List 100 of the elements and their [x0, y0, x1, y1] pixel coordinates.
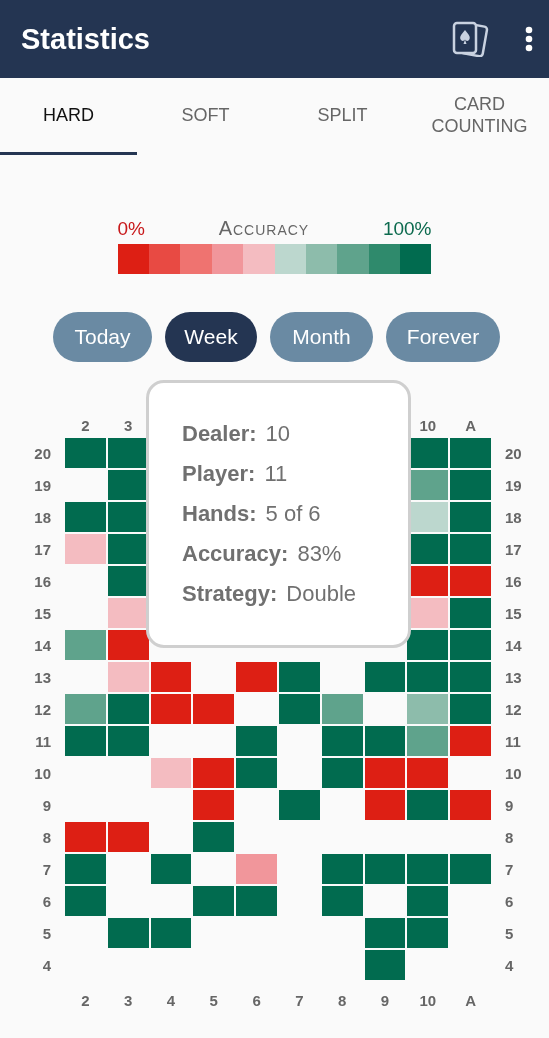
player-total-label: 20	[33, 444, 52, 462]
heatmap-cell[interactable]	[236, 854, 277, 884]
heatmap-cell[interactable]	[450, 726, 491, 756]
player-total-label: 17	[503, 540, 523, 558]
heatmap-cell[interactable]	[450, 470, 491, 500]
heatmap-cell[interactable]	[279, 662, 320, 692]
heatmap-cell[interactable]	[193, 758, 235, 788]
player-total-label: 15	[33, 604, 52, 622]
heatmap-cell[interactable]	[321, 694, 363, 724]
heatmap-cell[interactable]	[107, 630, 149, 660]
heatmap-cell[interactable]	[193, 790, 235, 820]
heatmap-cell[interactable]	[65, 630, 106, 660]
heatmap-cell[interactable]	[279, 790, 320, 820]
heatmap-cell[interactable]	[107, 598, 149, 628]
heatmap-cell[interactable]	[450, 694, 491, 724]
heatmap-cell[interactable]	[450, 566, 491, 596]
heatmap-cell[interactable]	[236, 726, 277, 756]
heatmap-cell[interactable]	[364, 662, 406, 692]
heatmap-cell[interactable]	[150, 918, 192, 948]
heatmap-cell[interactable]	[407, 854, 449, 884]
heatmap-cell[interactable]	[107, 918, 149, 948]
playing-cards-icon[interactable]	[451, 21, 491, 57]
heatmap-cell[interactable]	[107, 822, 149, 852]
heatmap-cell[interactable]	[450, 534, 491, 564]
heatmap-cell[interactable]	[193, 822, 235, 852]
dealer-card-label: 5	[208, 992, 219, 1011]
heatmap-cell[interactable]	[150, 854, 192, 884]
player-total-label: 11	[34, 732, 52, 750]
player-total-label: 16	[503, 572, 523, 590]
heatmap-cell[interactable]	[364, 790, 406, 820]
period-button[interactable]: Month	[270, 312, 373, 362]
heatmap-cell[interactable]	[407, 886, 449, 916]
heatmap-cell[interactable]	[450, 438, 491, 468]
dealer-card-label: 10	[418, 992, 438, 1011]
heatmap-cell[interactable]	[321, 726, 363, 756]
heatmap-cell[interactable]	[107, 470, 149, 500]
heatmap-cell[interactable]	[279, 694, 320, 724]
period-button[interactable]: Week	[165, 312, 257, 362]
heatmap-cell[interactable]	[407, 758, 449, 788]
heatmap-cell[interactable]	[364, 918, 406, 948]
heatmap-cell[interactable]	[65, 726, 106, 756]
heatmap-cell[interactable]	[407, 790, 449, 820]
heatmap-cell[interactable]	[107, 662, 149, 692]
heatmap-cell[interactable]	[107, 726, 149, 756]
heatmap-cell[interactable]	[107, 534, 149, 564]
heatmap-cell[interactable]	[65, 886, 106, 916]
player-total-label: 19	[33, 476, 52, 494]
heatmap-cell[interactable]	[364, 854, 406, 884]
heatmap-cell[interactable]	[364, 758, 406, 788]
heatmap-cell[interactable]	[321, 758, 363, 788]
heatmap-cell[interactable]	[364, 950, 406, 980]
heatmap-cell[interactable]	[65, 854, 106, 884]
period-button[interactable]: Today	[53, 312, 152, 362]
period-button[interactable]: Forever	[386, 312, 500, 362]
legend-max-label: 100%	[382, 218, 432, 240]
heatmap-cell[interactable]	[107, 694, 149, 724]
heatmap-cell[interactable]	[450, 502, 491, 532]
player-total-label: 8	[41, 828, 52, 846]
more-options-icon[interactable]	[525, 26, 533, 52]
heatmap-cell[interactable]	[236, 662, 277, 692]
heatmap-cell[interactable]	[407, 918, 449, 948]
player-total-label: 8	[503, 828, 515, 846]
tooltip-value: Double	[286, 581, 357, 606]
heatmap-cell[interactable]	[107, 566, 149, 596]
heatmap-cell[interactable]	[65, 502, 106, 532]
heatmap-cell[interactable]	[236, 758, 277, 788]
player-total-label: 7	[41, 860, 52, 878]
heatmap-cell[interactable]	[364, 726, 406, 756]
heatmap-cell[interactable]	[407, 630, 449, 660]
heatmap-cell[interactable]	[150, 758, 192, 788]
heatmap-cell[interactable]	[407, 662, 449, 692]
tooltip-label: Accuracy:	[182, 541, 289, 566]
tab[interactable]: SOFT	[137, 78, 274, 155]
legend-min-label: 0%	[117, 218, 145, 240]
heatmap-cell[interactable]	[193, 694, 235, 724]
heatmap-cell[interactable]	[450, 630, 491, 660]
player-total-label: 12	[503, 700, 523, 718]
heatmap-cell[interactable]	[65, 438, 106, 468]
player-total-label: 20	[503, 444, 523, 462]
heatmap-cell[interactable]	[107, 502, 149, 532]
heatmap-cell[interactable]	[321, 886, 363, 916]
heatmap-cell[interactable]	[450, 790, 491, 820]
heatmap-cell[interactable]	[65, 694, 106, 724]
heatmap-cell[interactable]	[150, 694, 192, 724]
heatmap-cell[interactable]	[65, 534, 106, 564]
heatmap-cell[interactable]	[321, 854, 363, 884]
heatmap-cell[interactable]	[450, 598, 491, 628]
dealer-card-label: 3	[123, 992, 134, 1011]
tab[interactable]: CARD COUNTING	[411, 78, 548, 155]
heatmap-cell[interactable]	[65, 822, 106, 852]
tab[interactable]: HARD	[0, 78, 137, 155]
heatmap-cell[interactable]	[450, 662, 491, 692]
heatmap-cell[interactable]	[193, 886, 235, 916]
heatmap-cell[interactable]	[107, 438, 149, 468]
heatmap-cell[interactable]	[450, 854, 491, 884]
heatmap-cell[interactable]	[407, 726, 449, 756]
heatmap-cell[interactable]	[407, 694, 449, 724]
heatmap-cell[interactable]	[236, 886, 277, 916]
tab[interactable]: SPLIT	[274, 78, 411, 155]
heatmap-cell[interactable]	[150, 662, 192, 692]
